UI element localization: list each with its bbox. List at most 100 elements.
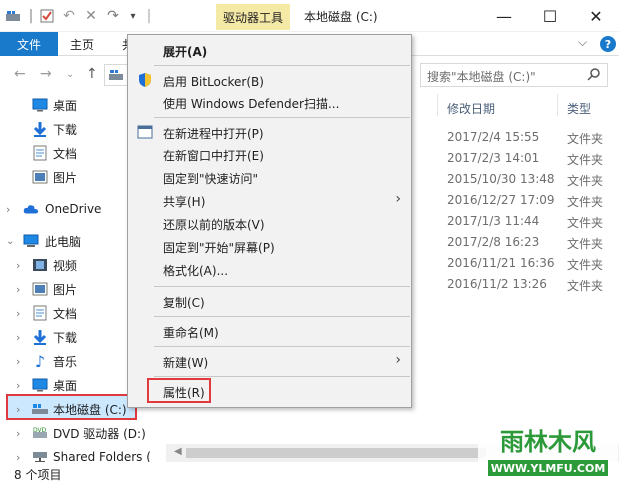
row-type[interactable]: 文件夹 (567, 277, 603, 294)
menu-label: 复制(C) (163, 296, 205, 310)
separator-icon: | (146, 8, 152, 24)
tab-home[interactable]: 主页 (70, 36, 94, 53)
recent-locations-chevron-icon[interactable]: ⌄ (66, 69, 74, 80)
up-arrow-icon[interactable]: ↑ (86, 66, 98, 82)
row-type[interactable]: 文件夹 (567, 193, 603, 210)
row-date[interactable]: 2017/1/3 11:44 (447, 214, 539, 228)
drive-tools-contextual-tab[interactable]: 驱动器工具 (216, 4, 290, 30)
app-drive-icon[interactable] (4, 6, 22, 26)
back-arrow-icon[interactable]: ← (14, 66, 26, 82)
expand-chevron-icon[interactable]: › (16, 259, 20, 272)
expand-chevron-icon[interactable]: › (16, 283, 20, 296)
videos-icon (32, 257, 48, 273)
menu-item-format[interactable]: 格式化(A)... (128, 258, 411, 280)
expand-chevron-icon[interactable]: › (16, 403, 20, 416)
search-icon[interactable] (587, 67, 601, 81)
help-icon[interactable]: ? (600, 36, 616, 52)
nav-item-videos[interactable]: › 视频 (0, 254, 128, 276)
nav-item-downloads[interactable]: 下载 (0, 118, 128, 140)
nav-item-documents-pc[interactable]: › 文档 (0, 302, 128, 324)
minimize-button[interactable]: — (481, 0, 527, 32)
row-type[interactable]: 文件夹 (567, 151, 603, 168)
menu-item-defender-scan[interactable]: 使用 Windows Defender扫描... (128, 91, 411, 113)
nav-item-documents[interactable]: 文档 (0, 142, 128, 164)
redo-icon[interactable]: ↷ (104, 6, 122, 26)
menu-label: 固定到"快速访问" (163, 172, 259, 186)
address-bar[interactable] (104, 64, 128, 86)
column-separator[interactable] (557, 94, 558, 116)
desktop-icon (32, 97, 48, 113)
row-date[interactable]: 2017/2/8 16:23 (447, 235, 539, 249)
row-date[interactable]: 2015/10/30 13:48 (447, 172, 555, 186)
expand-chevron-icon[interactable]: › (6, 203, 10, 216)
collapse-chevron-icon[interactable]: ⌄ (6, 236, 14, 247)
dvd-drive-icon: DVD (32, 425, 48, 441)
scroll-left-arrow-icon[interactable]: ◀ (174, 446, 182, 457)
desktop-icon (32, 377, 48, 393)
expand-chevron-icon[interactable]: › (16, 307, 20, 320)
scrollbar-thumb[interactable] (186, 448, 486, 458)
nav-label: 图片 (53, 170, 78, 185)
nav-item-desktop[interactable]: 桌面 (0, 94, 128, 116)
expand-chevron-icon[interactable]: › (16, 379, 20, 392)
submenu-arrow-icon: › (395, 191, 401, 207)
tab-file[interactable]: 文件 (0, 32, 58, 56)
nav-item-onedrive[interactable]: › OneDrive (0, 198, 128, 220)
music-icon: ♪ (34, 351, 46, 371)
expand-chevron-icon[interactable]: › (16, 331, 20, 344)
row-type[interactable]: 文件夹 (567, 214, 603, 231)
menu-item-new[interactable]: 新建(W) › (128, 350, 411, 372)
nav-item-pictures-pc[interactable]: › 图片 (0, 278, 128, 300)
nav-item-local-disk-c[interactable]: › 本地磁盘 (C:) (0, 398, 128, 420)
row-type[interactable]: 文件夹 (567, 235, 603, 252)
properties-icon[interactable] (38, 6, 56, 26)
expand-chevron-icon[interactable]: › (16, 427, 20, 440)
local-disk-icon (32, 401, 48, 417)
row-date[interactable]: 2017/2/4 15:55 (447, 130, 539, 144)
onedrive-icon (23, 201, 39, 217)
context-menu: 展开(A) 启用 BitLocker(B) 使用 Windows Defende… (127, 34, 412, 408)
menu-item-restore-versions[interactable]: 还原以前的版本(V) (128, 212, 411, 234)
nav-item-downloads-pc[interactable]: › 下载 (0, 326, 128, 348)
row-date[interactable]: 2016/11/21 16:36 (447, 256, 555, 270)
forward-arrow-icon[interactable]: → (40, 66, 52, 82)
column-header-date[interactable]: 修改日期 (447, 100, 495, 117)
nav-item-pictures[interactable]: 图片 (0, 166, 128, 188)
undo-icon[interactable]: ↶ (60, 6, 78, 26)
menu-label: 在新进程中打开(P) (163, 127, 264, 141)
row-date[interactable]: 2016/11/2 13:26 (447, 277, 547, 291)
nav-item-this-pc[interactable]: ⌄ 此电脑 (0, 230, 128, 252)
menu-item-expand[interactable]: 展开(A) (128, 39, 411, 61)
nav-item-music[interactable]: › ♪ 音乐 (0, 350, 128, 372)
menu-item-rename[interactable]: 重命名(M) (128, 320, 411, 342)
ribbon-expand-icon[interactable]: ⌵ (578, 35, 587, 50)
menu-item-share[interactable]: 共享(H) › (128, 189, 411, 211)
menu-item-pin-start[interactable]: 固定到"开始"屏幕(P) (128, 235, 411, 257)
row-type[interactable]: 文件夹 (567, 130, 603, 147)
menu-label: 启用 BitLocker(B) (163, 75, 264, 89)
row-type[interactable]: 文件夹 (567, 256, 603, 273)
menu-item-open-new-process[interactable]: 在新进程中打开(P) (128, 121, 411, 143)
row-date[interactable]: 2017/2/3 14:01 (447, 151, 539, 165)
row-type[interactable]: 文件夹 (567, 172, 603, 189)
nav-label: OneDrive (45, 202, 102, 216)
menu-separator (154, 376, 410, 377)
menu-item-pin-quick-access[interactable]: 固定到"快速访问" (128, 166, 411, 188)
column-separator[interactable] (437, 94, 438, 116)
column-header-type[interactable]: 类型 (567, 100, 591, 117)
maximize-button[interactable]: ☐ (527, 0, 573, 32)
close-button[interactable]: ✕ (573, 0, 619, 32)
menu-item-bitlocker[interactable]: 启用 BitLocker(B) (128, 69, 411, 91)
search-input[interactable]: 搜索"本地磁盘 (C:)" (420, 63, 608, 87)
nav-label: 本地磁盘 (C:) (53, 402, 127, 417)
nav-item-dvd-drive-d[interactable]: › DVD DVD 驱动器 (D:) (0, 422, 146, 444)
row-date[interactable]: 2016/12/27 17:09 (447, 193, 555, 207)
new-window-icon (137, 125, 153, 139)
menu-item-copy[interactable]: 复制(C) (128, 290, 411, 312)
pictures-icon (32, 169, 48, 185)
delete-icon[interactable]: ✕ (82, 6, 100, 26)
menu-item-open-new-window[interactable]: 在新窗口中打开(E) (128, 143, 411, 165)
expand-chevron-icon[interactable]: › (16, 355, 20, 368)
menu-label: 还原以前的版本(V) (163, 218, 265, 232)
nav-item-desktop-pc[interactable]: › 桌面 (0, 374, 128, 396)
